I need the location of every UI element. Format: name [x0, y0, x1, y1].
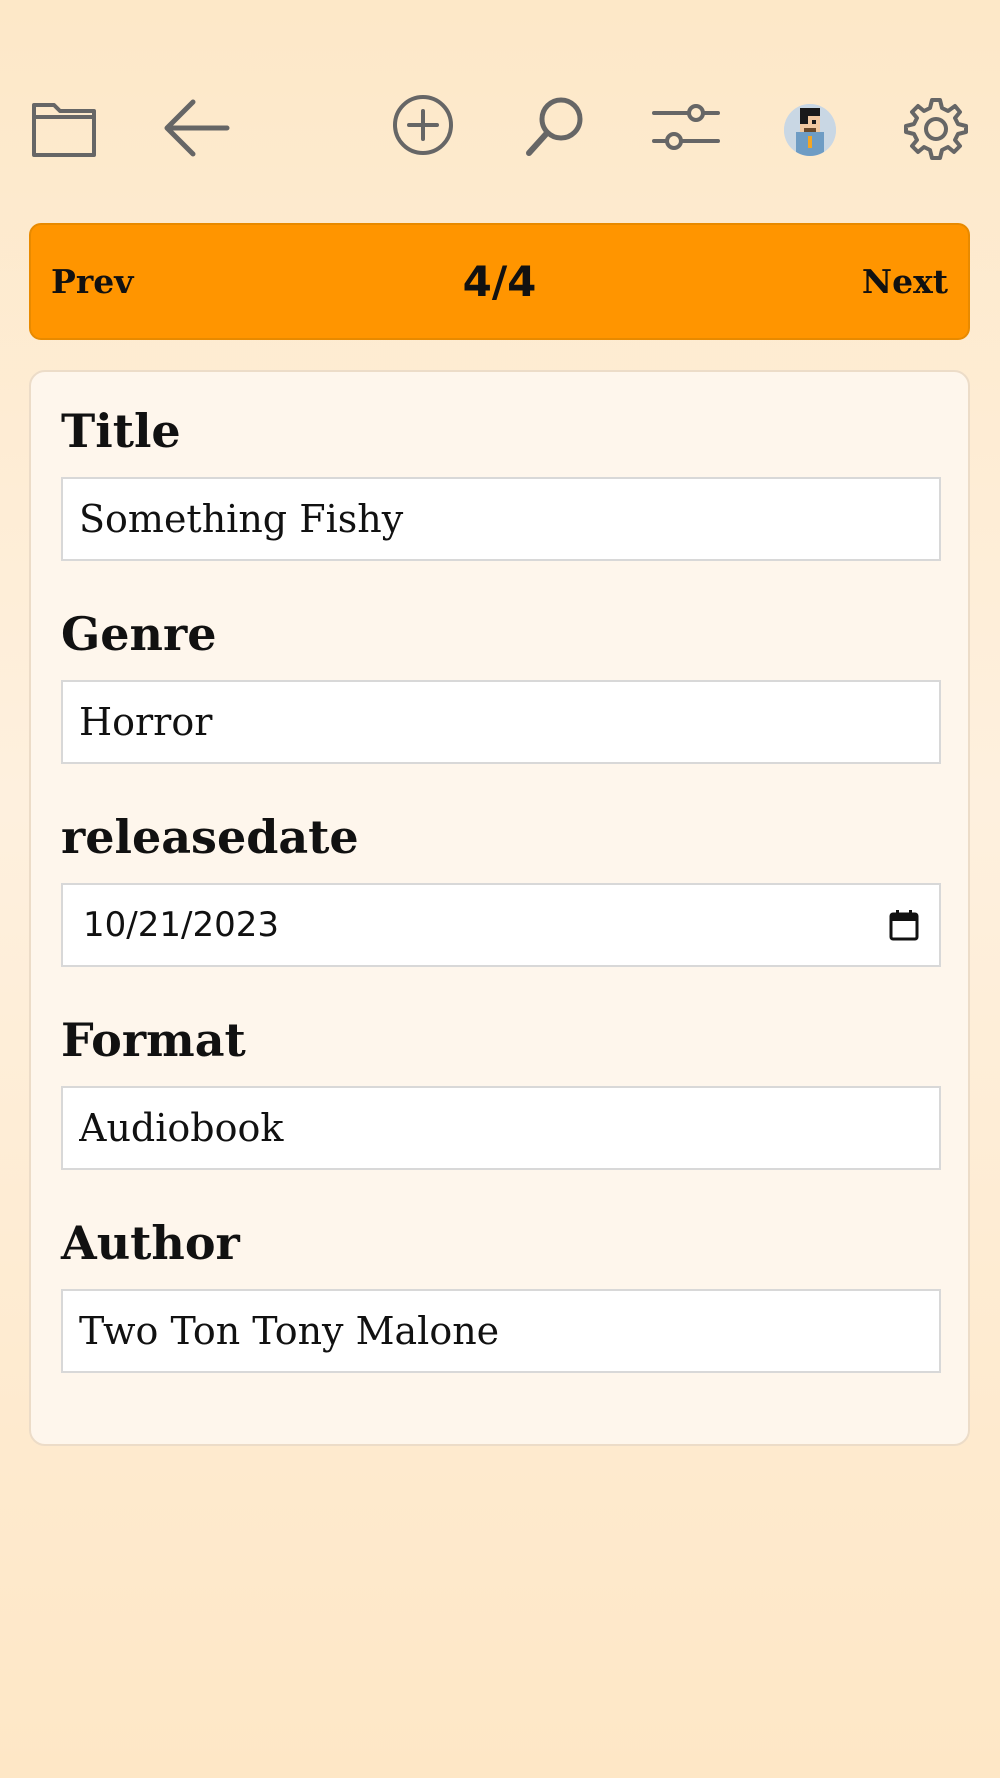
calendar-icon[interactable]: [889, 909, 919, 941]
search-button[interactable]: [522, 94, 588, 160]
record-counter: 4/4: [462, 257, 537, 306]
title-label: Title: [61, 404, 181, 458]
filter-button[interactable]: [652, 94, 720, 160]
format-input[interactable]: [61, 1086, 941, 1170]
format-label: Format: [61, 1013, 246, 1067]
add-circle-icon: [393, 95, 453, 155]
back-button[interactable]: [160, 92, 232, 164]
releasedate-label: releasedate: [61, 810, 359, 864]
search-icon: [526, 97, 583, 156]
settings-button[interactable]: [902, 94, 970, 162]
toolbar: [0, 0, 1000, 200]
folder-icon: [32, 103, 96, 157]
gear-icon: [904, 98, 968, 160]
author-input[interactable]: [61, 1289, 941, 1373]
back-arrow-icon: [164, 99, 230, 157]
releasedate-value: 10/21/2023: [83, 905, 279, 945]
title-input[interactable]: [61, 477, 941, 561]
avatar[interactable]: [784, 104, 836, 156]
author-label: Author: [61, 1216, 240, 1270]
filter-sliders-icon: [652, 104, 720, 150]
avatar-image: [784, 104, 836, 156]
folder-button[interactable]: [28, 92, 100, 164]
record-form: Title Genre releasedate 10/21/2023 Forma…: [29, 370, 970, 1446]
genre-label: Genre: [61, 607, 217, 661]
next-button[interactable]: Next: [862, 225, 948, 338]
genre-input[interactable]: [61, 680, 941, 764]
releasedate-input[interactable]: 10/21/2023: [61, 883, 941, 967]
record-pager: Prev 4/4 Next: [29, 223, 970, 340]
add-button[interactable]: [390, 92, 456, 158]
